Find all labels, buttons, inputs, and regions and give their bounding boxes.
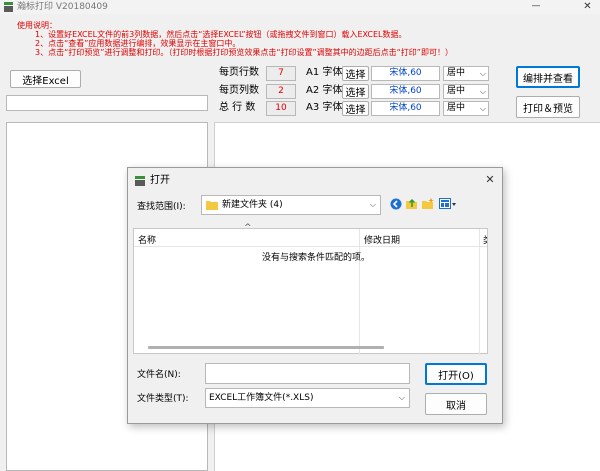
- filename-label: 文件名(N):: [137, 370, 181, 380]
- open-button[interactable]: 打开(O): [425, 363, 487, 385]
- back-icon[interactable]: [390, 198, 402, 210]
- minimize-icon: —: [531, 1, 541, 11]
- a1-font-label: A1 字体: [306, 67, 343, 78]
- a1-font-value: 宋体,60: [371, 66, 440, 81]
- dialog-close-button[interactable]: ✕: [482, 172, 498, 188]
- chevron-down-icon: ⌵: [398, 393, 405, 402]
- rows-per-page-label: 每页行数: [219, 67, 259, 78]
- filetype-select[interactable]: EXCEL工作簿文件(*.XLS) ⌵: [205, 388, 410, 408]
- edit-and-view-button[interactable]: 编排并查看: [516, 66, 580, 88]
- chevron-down-icon: ⌵: [369, 200, 376, 209]
- open-file-dialog: 打开 ✕ 查找范围(I): 新建文件夹 (4) ⌵ 名称 ^ 修改日期 没有与搜…: [127, 167, 503, 424]
- chevron-down-icon: ⌵: [479, 69, 486, 78]
- sort-ascending-icon: ^: [244, 223, 252, 233]
- dialog-title: 打开: [150, 175, 170, 186]
- dialog-app-icon: [135, 176, 145, 186]
- look-in-select[interactable]: 新建文件夹 (4) ⌵: [201, 195, 381, 215]
- folder-icon: [206, 201, 218, 210]
- file-list-header: 名称 ^ 修改日期 类: [134, 223, 487, 355]
- horizontal-scrollbar[interactable]: [148, 346, 384, 349]
- a3-font-choose-button[interactable]: 选择: [342, 101, 369, 116]
- a2-align-select[interactable]: 居中 ⌵: [443, 84, 489, 99]
- up-folder-icon[interactable]: [406, 198, 418, 210]
- filename-input[interactable]: [205, 363, 410, 384]
- a2-align-value: 居中: [447, 86, 466, 96]
- empty-list-message: 没有与搜索条件匹配的项。: [262, 253, 371, 263]
- a2-font-choose-button[interactable]: 选择: [342, 84, 369, 99]
- total-rows-value[interactable]: 10: [266, 101, 296, 116]
- chevron-down-icon: ⌵: [479, 87, 486, 96]
- total-rows-label: 总 行 数: [219, 102, 256, 113]
- filetype-label: 文件类型(T):: [137, 394, 189, 404]
- cancel-button[interactable]: 取消: [425, 393, 487, 415]
- window-title: 瀚标打印 V20180409: [17, 2, 108, 12]
- print-preview-button[interactable]: 打印＆预览: [516, 96, 580, 118]
- column-divider: [479, 229, 480, 355]
- column-header-modified[interactable]: 修改日期: [364, 233, 400, 246]
- a3-align-value: 居中: [447, 103, 466, 113]
- new-folder-icon[interactable]: [422, 198, 434, 210]
- a1-align-value: 居中: [447, 68, 466, 78]
- instruction-line-3: 3、点击“打印预览”进行调整和打印。（打印时根据打印预览效果点击“打印设置”调整…: [35, 48, 453, 57]
- look-in-value: 新建文件夹 (4): [222, 200, 283, 210]
- app-icon: [4, 2, 13, 12]
- a1-font-choose-button[interactable]: 选择: [342, 66, 369, 81]
- select-excel-button[interactable]: 选择Excel: [10, 70, 81, 88]
- file-list[interactable]: 名称 ^ 修改日期 类 没有与搜索条件匹配的项。: [133, 223, 488, 355]
- a2-font-value: 宋体,60: [371, 84, 440, 99]
- a1-align-select[interactable]: 居中 ⌵: [443, 66, 489, 81]
- close-icon: ✕: [583, 1, 592, 12]
- chevron-down-icon: ⌵: [479, 104, 486, 113]
- rows-per-page-value[interactable]: 7: [266, 66, 296, 81]
- look-in-label: 查找范围(I):: [137, 202, 186, 212]
- minimize-button[interactable]: —: [523, 0, 549, 14]
- a3-font-label: A3 字体: [306, 102, 343, 113]
- column-header-type[interactable]: 类: [483, 233, 487, 246]
- cols-per-page-value[interactable]: 2: [266, 84, 296, 99]
- a2-font-label: A2 字体: [306, 85, 343, 96]
- cols-per-page-label: 每页列数: [219, 85, 259, 96]
- close-button[interactable]: ✕: [575, 0, 600, 14]
- filetype-value: EXCEL工作簿文件(*.XLS): [209, 393, 314, 403]
- close-icon: ✕: [485, 173, 495, 186]
- file-path-field[interactable]: [6, 95, 208, 111]
- a3-font-value: 宋体,60: [371, 101, 440, 116]
- column-divider: [359, 229, 360, 355]
- view-menu-icon[interactable]: [439, 198, 457, 210]
- a3-align-select[interactable]: 居中 ⌵: [443, 101, 489, 116]
- column-header-name[interactable]: 名称: [138, 233, 156, 246]
